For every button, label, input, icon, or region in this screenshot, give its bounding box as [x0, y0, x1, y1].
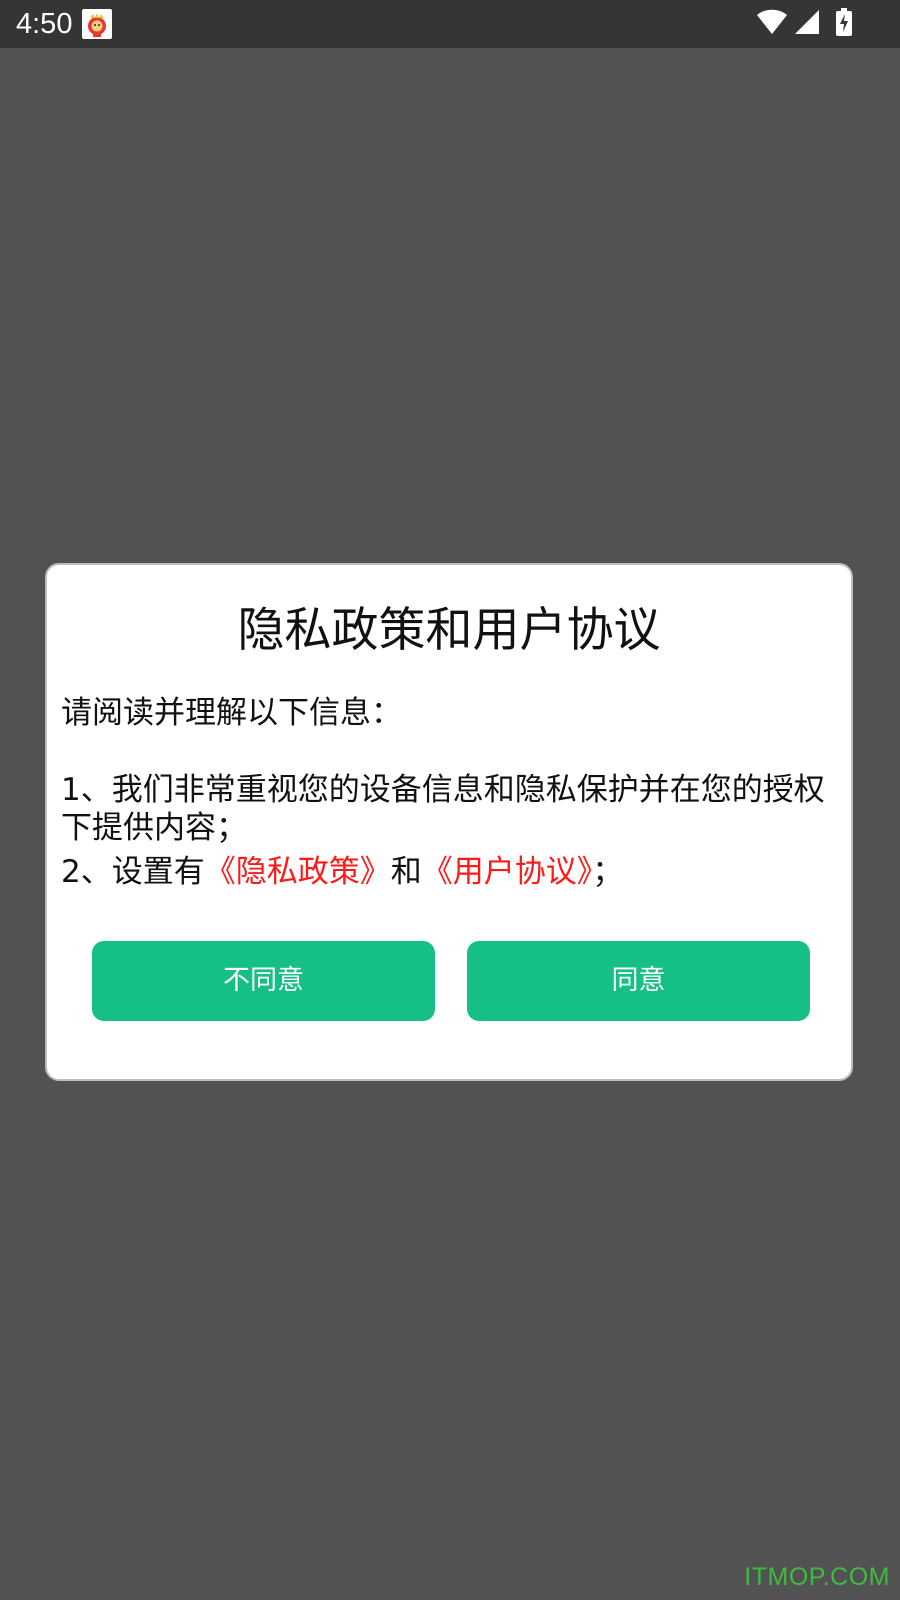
- status-icons: [756, 8, 852, 40]
- battery-charging-icon: [836, 8, 852, 40]
- notice-item-2-prefix: 2、设置有: [61, 854, 205, 890]
- privacy-policy-link[interactable]: 《隐私政策》: [205, 854, 391, 890]
- user-agreement-link[interactable]: 《用户协议》: [422, 854, 593, 890]
- watermark: ITMOP.COM: [744, 1563, 890, 1591]
- dialog-title: 隐私政策和用户协议: [237, 603, 661, 658]
- wifi-icon: [756, 9, 788, 39]
- notice-item-1: 1、我们非常重视您的设备信息和隐私保护并在您的授权下提供内容；: [61, 772, 825, 846]
- signal-icon: [794, 9, 820, 39]
- dialog-intro: 请阅读并理解以下信息：: [61, 695, 402, 731]
- disagree-button[interactable]: 不同意: [92, 941, 435, 1021]
- status-bar: 4:50: [0, 0, 900, 48]
- app-mascot-icon: [82, 9, 112, 39]
- privacy-dialog: 隐私政策和用户协议 请阅读并理解以下信息： 1、我们非常重视您的设备信息和隐私保…: [45, 563, 853, 1081]
- notice-item-2: 2、设置有《隐私政策》和《用户协议》；: [61, 853, 851, 891]
- agree-button[interactable]: 同意: [467, 941, 810, 1021]
- notice-item-2-suffix: ；: [592, 854, 624, 890]
- status-time: 4:50: [16, 8, 73, 40]
- notice-item-2-middle: 和: [390, 854, 422, 890]
